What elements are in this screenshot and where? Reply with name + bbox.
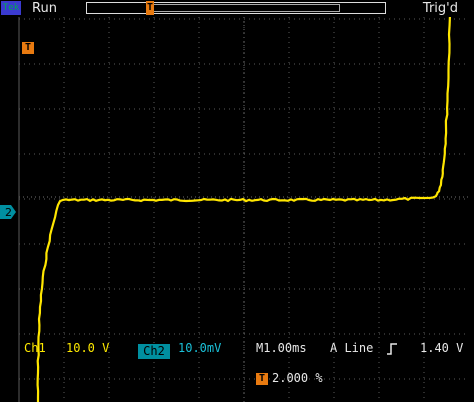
rising-edge-icon <box>387 343 397 355</box>
trigger-state: Trig'd <box>422 1 458 16</box>
channel-2-ground-marker[interactable]: 2 <box>0 205 16 219</box>
ch2-scale: 10.0mV <box>178 341 222 355</box>
brand-logo: Tek <box>1 1 21 15</box>
trigger-level: 1.40 V <box>420 341 464 355</box>
ch2-label[interactable]: Ch2 <box>138 344 170 359</box>
record-window <box>150 4 340 12</box>
trigger-offset: 2.000 % <box>272 371 323 385</box>
waveform-display: T 2 Ch1 10.0 V Ch2 10.0mV M1.00ms A Line… <box>0 17 474 402</box>
trigger-offset-marker: T <box>256 373 268 385</box>
trigger-marker-icon[interactable]: T <box>22 42 34 54</box>
ch1-label[interactable]: Ch1 <box>24 339 46 357</box>
channel-2-ground-label: 2 <box>5 206 12 219</box>
timebase[interactable]: M1.00ms <box>256 339 307 357</box>
topbar: Tek Run T Trig'd <box>0 0 474 17</box>
trigger-source[interactable]: A Line <box>330 339 373 357</box>
trigger-position-marker[interactable]: T <box>146 1 154 15</box>
run-state[interactable]: Run <box>32 0 57 17</box>
ch1-scale: 10.0 V <box>66 341 110 355</box>
